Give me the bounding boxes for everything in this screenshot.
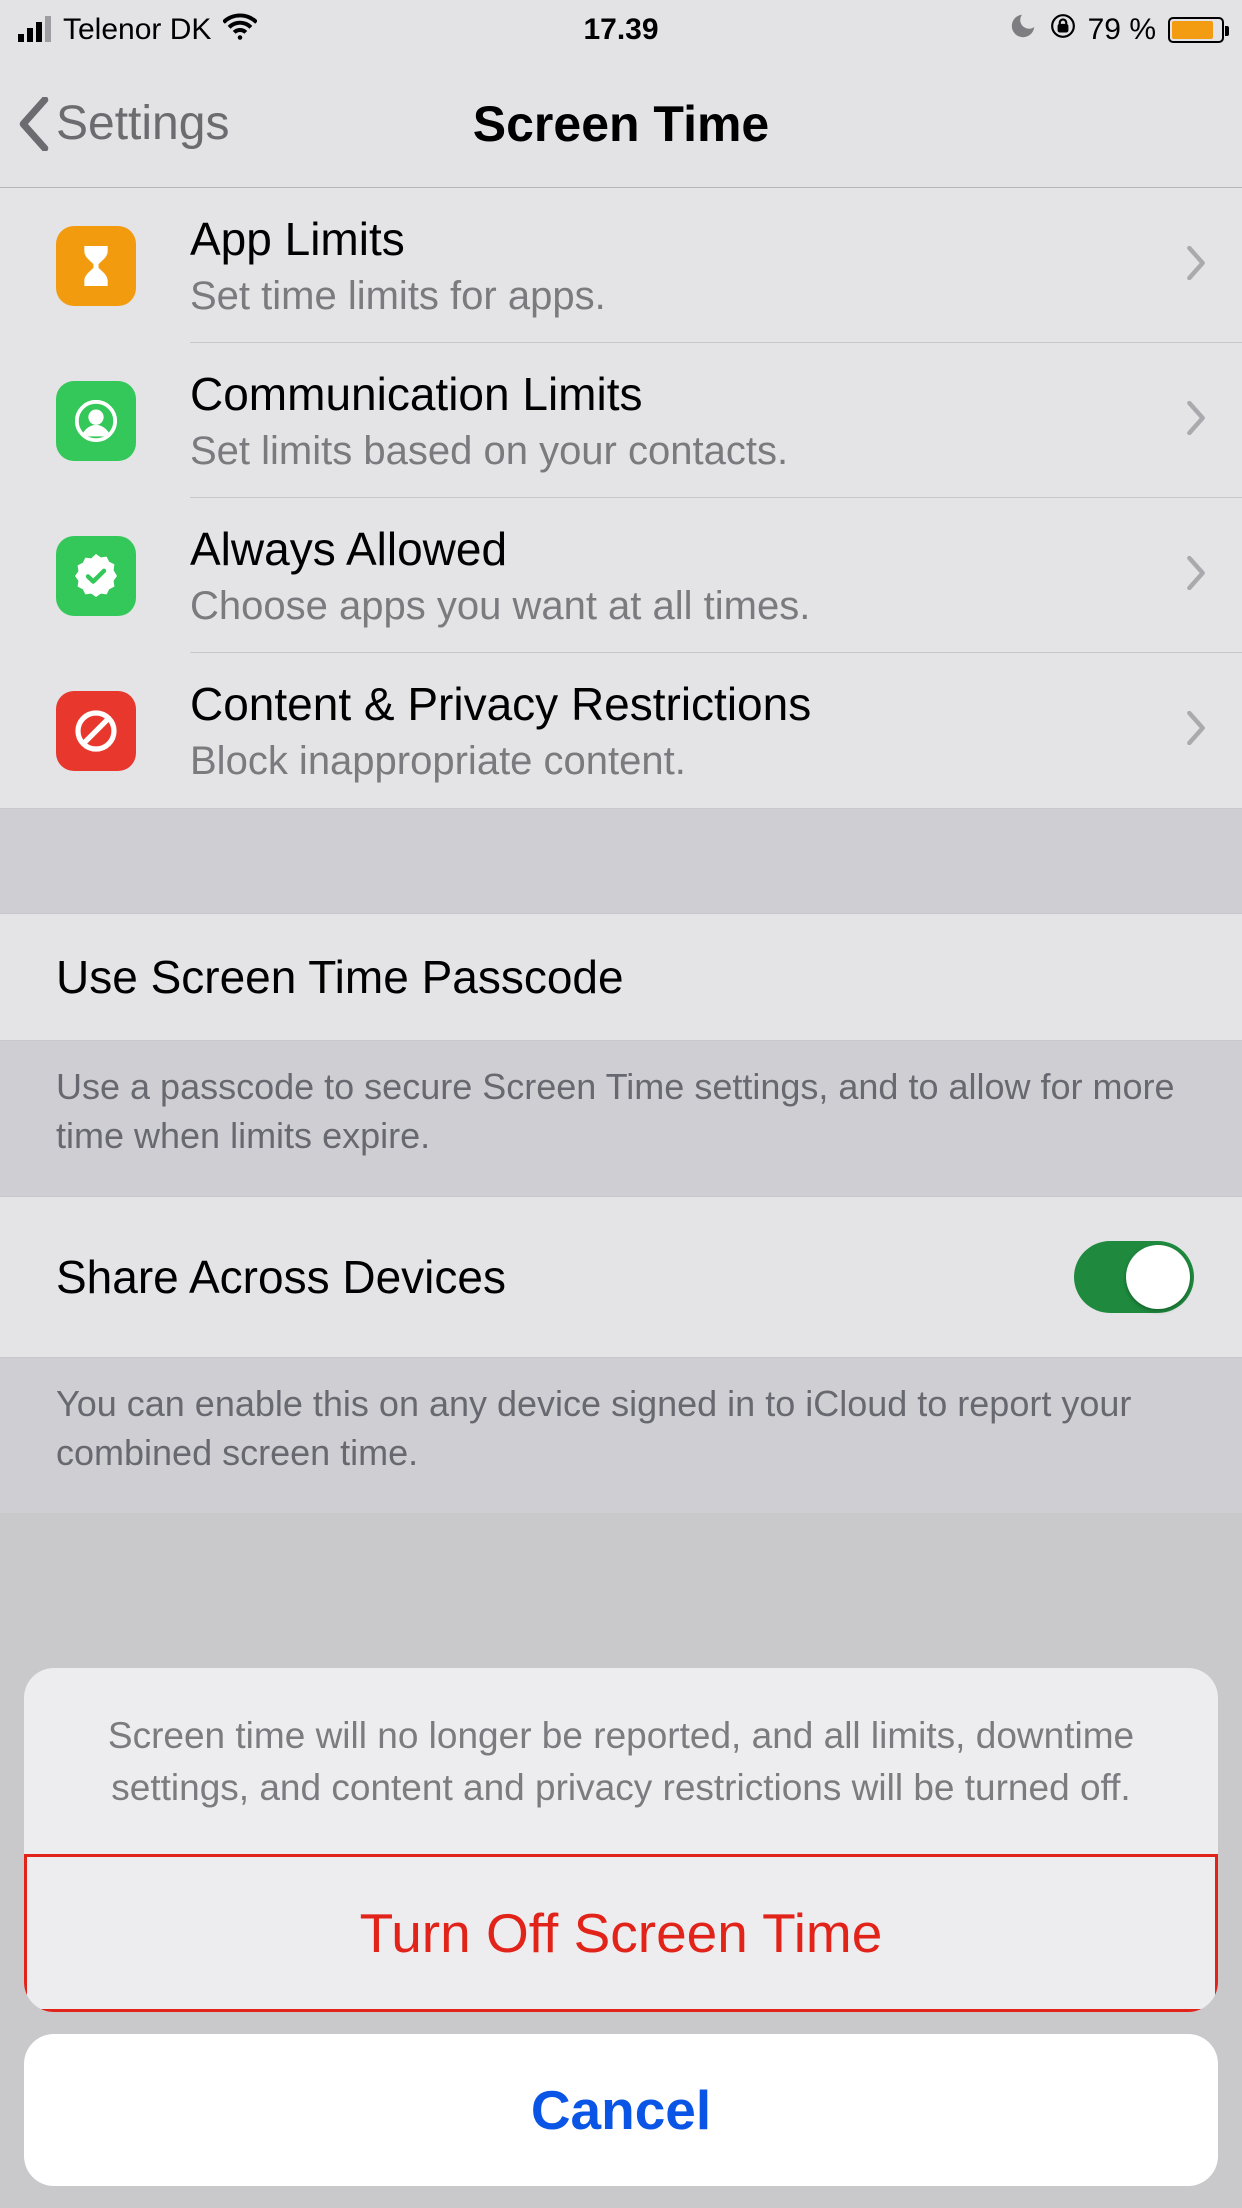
- section-spacer: [0, 809, 1242, 913]
- row-title: App Limits: [190, 212, 1186, 266]
- checkmark-seal-icon: [56, 536, 136, 616]
- row-title: Always Allowed: [190, 522, 1186, 576]
- orientation-lock-icon: [1050, 13, 1076, 47]
- chevron-right-icon: [1186, 556, 1206, 595]
- action-sheet-message: Screen time will no longer be reported, …: [24, 1668, 1218, 1854]
- cancel-button[interactable]: Cancel: [24, 2034, 1218, 2186]
- turn-off-screen-time-button[interactable]: Turn Off Screen Time: [24, 1854, 1218, 2012]
- action-sheet-group: Screen time will no longer be reported, …: [24, 1668, 1218, 2012]
- clock-label: 17.39: [583, 13, 658, 47]
- row-use-passcode[interactable]: Use Screen Time Passcode: [0, 913, 1242, 1041]
- share-footer: You can enable this on any device signed…: [0, 1358, 1242, 1513]
- carrier-label: Telenor DK: [63, 13, 211, 47]
- battery-pct-label: 79 %: [1088, 13, 1156, 47]
- row-always-allowed[interactable]: Always Allowed Choose apps you want at a…: [0, 498, 1242, 653]
- cell-signal-icon: [18, 18, 51, 42]
- passcode-footer: Use a passcode to secure Screen Time set…: [0, 1041, 1242, 1196]
- row-title: Content & Privacy Restrictions: [190, 677, 1186, 731]
- do-not-disturb-icon: [1008, 11, 1038, 49]
- page-title: Screen Time: [473, 95, 769, 153]
- nav-header: Settings Screen Time: [0, 60, 1242, 188]
- row-subtitle: Set time limits for apps.: [190, 274, 1186, 319]
- use-passcode-link[interactable]: Use Screen Time Passcode: [56, 950, 624, 1004]
- row-subtitle: Set limits based on your contacts.: [190, 429, 1186, 474]
- prohibit-icon: [56, 691, 136, 771]
- share-toggle[interactable]: [1074, 1241, 1194, 1313]
- chevron-right-icon: [1186, 401, 1206, 440]
- share-title: Share Across Devices: [56, 1250, 506, 1304]
- hourglass-icon: [56, 226, 136, 306]
- chevron-right-icon: [1186, 246, 1206, 285]
- row-title: Communication Limits: [190, 367, 1186, 421]
- wifi-icon: [223, 9, 257, 51]
- action-sheet: Screen time will no longer be reported, …: [24, 1668, 1218, 2186]
- row-app-limits[interactable]: App Limits Set time limits for apps.: [0, 188, 1242, 343]
- back-label: Settings: [56, 96, 229, 151]
- row-communication-limits[interactable]: Communication Limits Set limits based on…: [0, 343, 1242, 498]
- row-content-privacy[interactable]: Content & Privacy Restrictions Block ina…: [0, 653, 1242, 809]
- battery-icon: [1168, 17, 1224, 43]
- contact-icon: [56, 381, 136, 461]
- status-bar: Telenor DK 17.39 79 %: [0, 0, 1242, 60]
- chevron-right-icon: [1186, 711, 1206, 750]
- row-share-across-devices[interactable]: Share Across Devices: [0, 1196, 1242, 1358]
- back-button[interactable]: Settings: [0, 96, 229, 151]
- row-subtitle: Choose apps you want at all times.: [190, 584, 1186, 629]
- row-subtitle: Block inappropriate content.: [190, 739, 1186, 784]
